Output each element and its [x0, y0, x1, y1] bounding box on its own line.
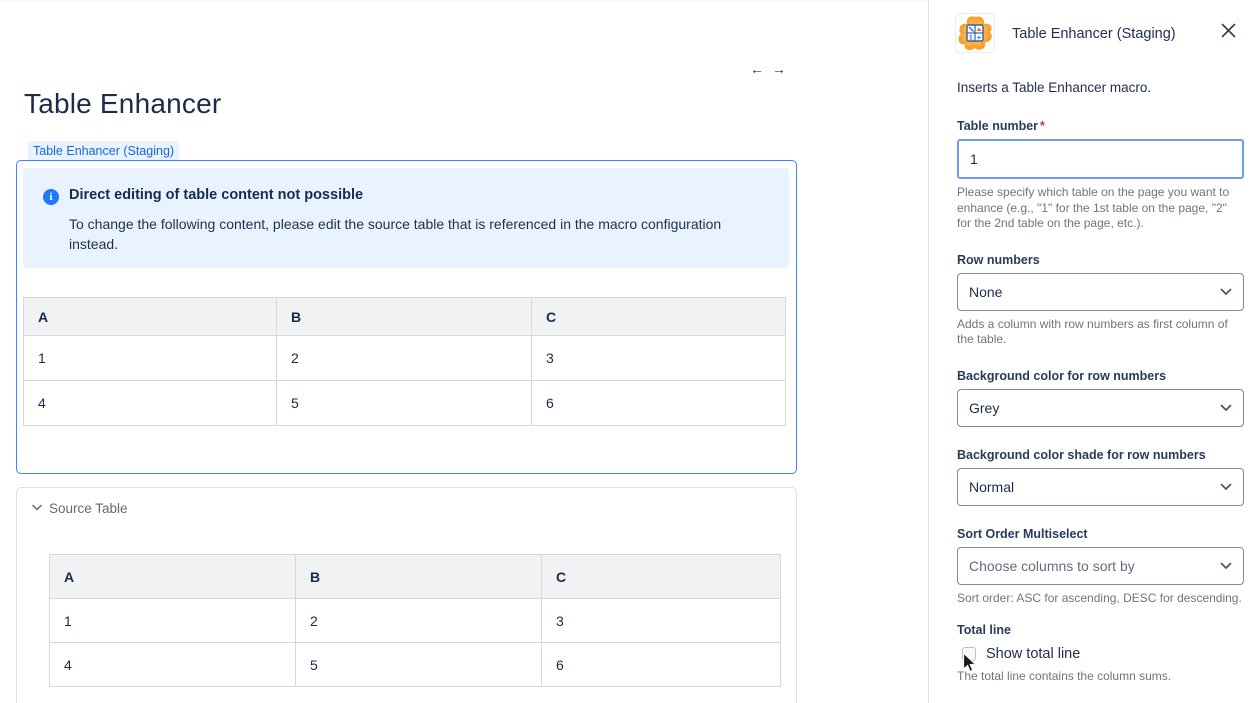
table-enhancer-macro-icon: 1 +: [955, 13, 995, 53]
svg-text:+: +: [977, 33, 982, 42]
row-numbers-select[interactable]: None: [957, 273, 1244, 311]
table-cell: 4: [50, 643, 296, 687]
column-header: A: [50, 555, 296, 599]
enhanced-table: ABC 123456: [23, 297, 786, 426]
sort-order-placeholder: Choose columns to sort by: [969, 558, 1135, 574]
row-numbers-label: Row numbers: [957, 253, 1244, 267]
bg-shade-value: Normal: [969, 479, 1014, 495]
chevron-down-icon: [1220, 404, 1232, 412]
sidebar-description: Inserts a Table Enhancer macro.: [957, 80, 1151, 95]
table-cell: 2: [296, 599, 542, 643]
page-title: Table Enhancer: [24, 88, 221, 120]
sort-order-help: Sort order: ASC for ascending, DESC for …: [957, 591, 1244, 607]
chevron-down-icon: [1220, 483, 1232, 491]
source-table-title: Source Table: [49, 501, 128, 516]
sidebar-title: Table Enhancer (Staging): [1012, 26, 1176, 42]
bg-color-label: Background color for row numbers: [957, 369, 1244, 383]
column-header: C: [542, 555, 781, 599]
table-number-help: Please specify which table on the page y…: [957, 185, 1244, 232]
table-cell: 6: [542, 643, 781, 687]
macro-config-sidebar: 1 + Table Enhancer (Staging) Inserts a T…: [929, 0, 1253, 703]
table-cell: 4: [24, 381, 277, 426]
source-table: ABC 123456: [49, 554, 781, 687]
table-number-input[interactable]: [957, 139, 1244, 179]
info-icon: i: [43, 189, 59, 205]
info-panel-title: Direct editing of table content not poss…: [69, 187, 363, 203]
row-numbers-help: Adds a column with row numbers as first …: [957, 317, 1244, 348]
table-cell: 5: [296, 643, 542, 687]
source-table-panel: Source Table ABC 123456: [16, 487, 797, 703]
table-row: 123: [24, 336, 786, 381]
svg-text:1: 1: [969, 35, 973, 42]
table-row: 456: [50, 643, 781, 687]
column-header: C: [532, 298, 786, 336]
sort-order-multiselect[interactable]: Choose columns to sort by: [957, 547, 1244, 585]
table-header-row: ABC: [50, 555, 781, 599]
total-line-label: Total line: [957, 623, 1244, 637]
table-cell: 1: [24, 336, 277, 381]
table-header-row: ABC: [24, 298, 786, 336]
total-line-checkbox-row: Show total line: [957, 646, 1244, 662]
macro-name-chip[interactable]: Table Enhancer (Staging): [28, 141, 179, 161]
macro-editor-page: Table Enhancer ← → Table Enhancer (Stagi…: [0, 0, 1253, 703]
source-table-expand-toggle[interactable]: Source Table: [17, 488, 796, 532]
bg-shade-select[interactable]: Normal: [957, 468, 1244, 506]
chevron-down-icon: [32, 504, 42, 511]
bg-color-value: Grey: [969, 400, 999, 416]
column-header: B: [277, 298, 532, 336]
table-cell: 3: [532, 336, 786, 381]
total-line-help: The total line contains the column sums.: [957, 669, 1244, 685]
sort-order-label: Sort Order Multiselect: [957, 527, 1244, 541]
close-icon[interactable]: [1217, 19, 1239, 41]
chevron-down-icon: [1220, 288, 1232, 296]
bg-color-select[interactable]: Grey: [957, 389, 1244, 427]
config-fields: Table number* Please specify which table…: [957, 119, 1244, 685]
resize-horizontal-icon[interactable]: ← →: [750, 61, 788, 77]
column-header: A: [24, 298, 277, 336]
bg-shade-label: Background color shade for row numbers: [957, 448, 1244, 462]
table-cell: 3: [542, 599, 781, 643]
info-panel: i Direct editing of table content not po…: [23, 168, 789, 268]
row-numbers-value: None: [969, 284, 1002, 300]
info-panel-body: To change the following content, please …: [69, 214, 761, 254]
chevron-down-icon: [1220, 562, 1232, 570]
required-marker: *: [1040, 119, 1045, 133]
table-enhancer-macro-node[interactable]: i Direct editing of table content not po…: [16, 160, 797, 474]
column-header: B: [296, 555, 542, 599]
table-number-label: Table number*: [957, 119, 1244, 133]
show-total-line-label: Show total line: [986, 646, 1080, 662]
table-row: 123: [50, 599, 781, 643]
table-cell: 2: [277, 336, 532, 381]
table-cell: 5: [277, 381, 532, 426]
table-cell: 1: [50, 599, 296, 643]
table-cell: 6: [532, 381, 786, 426]
mouse-cursor-icon: [962, 652, 978, 674]
table-row: 456: [24, 381, 786, 426]
